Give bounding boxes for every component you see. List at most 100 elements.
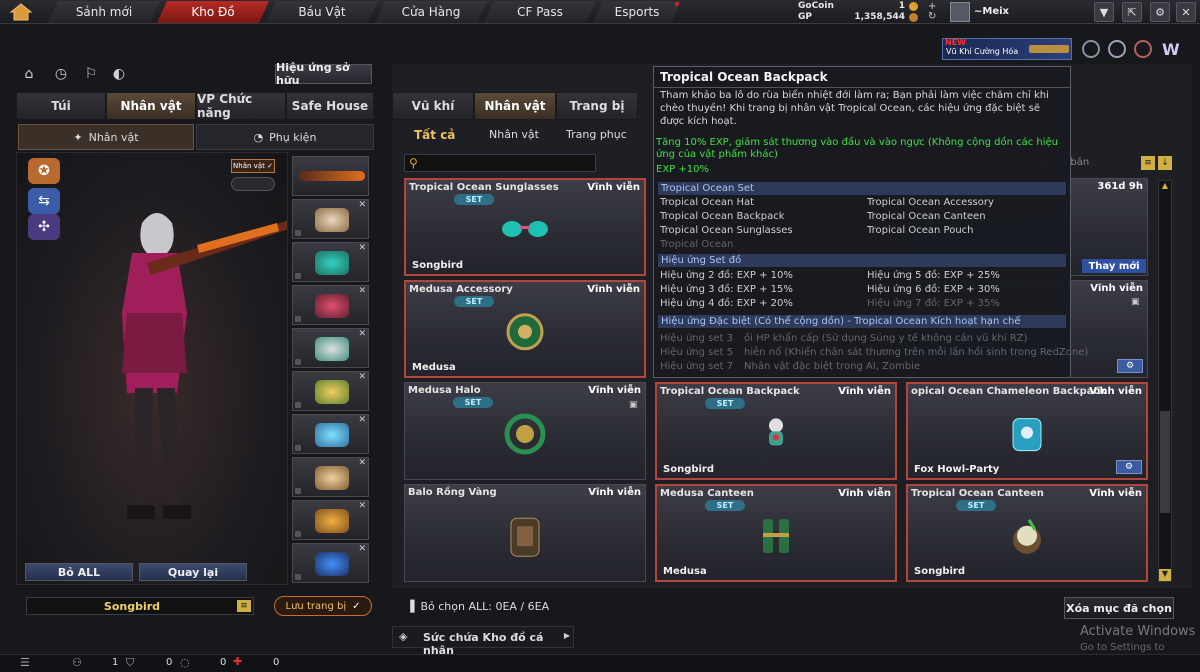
set-badge: SET (956, 500, 996, 511)
item-card[interactable]: Tropical Ocean Sunglasses Vĩnh viễn SET … (404, 178, 646, 276)
team-icon[interactable]: ⇆ (28, 188, 60, 214)
gear-icon[interactable]: ⚙ (1116, 460, 1142, 474)
item-card[interactable]: Balo Rồng Vàng Vĩnh viễn (404, 484, 646, 582)
trash-icon[interactable]: ▣ (1131, 297, 1141, 307)
scroll-thumb[interactable] (1160, 411, 1170, 513)
subtab-trang-phuc[interactable]: Trang phục (566, 128, 627, 141)
subtab-tat-ca[interactable]: Tất cả (414, 128, 455, 142)
item-permanent: Vĩnh viễn (838, 386, 891, 397)
shop-icon[interactable]: ⌂ (20, 65, 38, 83)
remove-icon[interactable]: ✕ (358, 544, 366, 554)
search-input[interactable]: ⚲ (404, 154, 596, 172)
clan-icon[interactable]: ⛉ (126, 656, 134, 670)
subtab-nhan-vat[interactable]: ✦ Nhân vật (18, 124, 194, 150)
remove-icon[interactable]: ✕ (358, 372, 366, 382)
character-swap-icon[interactable]: ⚐ (82, 65, 100, 83)
tab-bau-vat[interactable]: Báu Vật (266, 1, 378, 23)
tab-trang-bi[interactable]: Trang bị (556, 92, 638, 120)
remove-icon[interactable]: ✕ (358, 501, 366, 511)
faction-icon[interactable]: ✣ (28, 214, 60, 240)
menu-icon[interactable]: ☰ (20, 656, 30, 669)
tab-cf-pass[interactable]: CF Pass (484, 1, 596, 23)
subtab-nhan-vat-main[interactable]: Nhân vật (489, 128, 539, 141)
refresh-icon[interactable]: ↻ (928, 11, 936, 22)
equip-slot-backpack[interactable]: ✕ (292, 328, 369, 368)
equip-slot-mask[interactable]: ✕ (292, 457, 369, 497)
coconut-canteen-icon (1007, 516, 1047, 559)
item-card[interactable]: Medusa Canteen Vĩnh viễn SET Medusa (655, 484, 897, 582)
sort-menu-icon[interactable]: ≡ (1141, 156, 1155, 170)
remove-icon[interactable]: ✕ (358, 200, 366, 210)
equip-slot-sunglasses[interactable]: ✕ (292, 242, 369, 282)
set-badge: SET (454, 296, 494, 307)
tab-vu-khi[interactable]: Vũ khí (392, 92, 474, 120)
tab-safe-house[interactable]: Safe House (286, 92, 374, 120)
badge-icon[interactable] (1082, 40, 1100, 58)
tab-sanh-moi[interactable]: Sảnh mới (48, 1, 160, 23)
renew-button[interactable]: Thay mới (1082, 259, 1146, 273)
gear-icon[interactable]: ⚙ (1117, 359, 1143, 373)
canteen-icon (759, 515, 793, 560)
accessory-icon: ◔ (253, 130, 264, 144)
scroll-up-icon[interactable]: ▲ (1159, 181, 1171, 193)
promo-banner[interactable]: NEW Vũ Khí Cường Hóa (942, 38, 1072, 60)
equip-slot-hat[interactable]: ✕ (292, 199, 369, 239)
chat-icon[interactable]: ◌ (180, 656, 190, 669)
special-effect-header: Hiệu ứng Đặc biệt (Có thể cộng dồn) - Tr… (658, 315, 1066, 328)
equip-slot-extra[interactable]: ✕ (292, 543, 369, 583)
owned-effects-button[interactable]: Hiệu ứng sở hữu (275, 61, 372, 87)
exit-icon[interactable]: ⇱ (1122, 2, 1142, 22)
scrollbar[interactable]: ▲ ▼ (1158, 180, 1172, 582)
visibility-toggle[interactable] (231, 177, 275, 191)
tab-nhan-vat[interactable]: Nhân vật (106, 92, 196, 120)
equip-slot-weapon[interactable] (292, 156, 369, 196)
storage-capacity-button[interactable]: ◈ Sức chứa Kho đồ cá nhân ▶ (392, 626, 574, 657)
remove-icon[interactable]: ✕ (358, 329, 366, 339)
equip-slot-glove[interactable]: ✕ (292, 500, 369, 540)
scroll-down-icon[interactable]: ▼ (1159, 569, 1171, 581)
item-card[interactable]: Medusa Accessory Vĩnh viễn SET Medusa (404, 280, 646, 378)
tab-kho-do[interactable]: Kho Đồ (157, 1, 269, 23)
character-badge[interactable]: Nhân vật ✓ (231, 159, 275, 173)
tab-cua-hang[interactable]: Cửa Hàng (375, 1, 487, 23)
w-logo-icon[interactable]: W (1162, 40, 1180, 59)
equip-slot-accessory[interactable]: ✕ (292, 285, 369, 325)
tab-nhan-vat-main[interactable]: Nhân vật (474, 92, 556, 120)
character-type-icon[interactable]: ✪ (28, 158, 60, 184)
clear-all-button[interactable]: Bỏ ALL (25, 563, 133, 581)
tab-esports[interactable]: Esports (593, 1, 681, 23)
tooltip-title: Tropical Ocean Backpack (660, 70, 828, 84)
menu-icon[interactable]: ≡ (237, 600, 251, 612)
gift-icon[interactable]: ✚ (233, 655, 242, 668)
save-loadout-button[interactable]: Lưu trang bị ✓ (274, 596, 372, 616)
remove-icon[interactable]: ✕ (358, 286, 366, 296)
tab-vp-chuc-nang[interactable]: VP Chức năng (196, 92, 286, 120)
close-icon[interactable]: ✕ (1176, 2, 1196, 22)
capsule-icon[interactable]: ◐ (110, 65, 128, 83)
item-card[interactable]: Tropical Ocean Backpack Vĩnh viễn SET So… (655, 382, 897, 480)
preset-select[interactable]: Songbird ≡ (26, 597, 254, 615)
clan-count: 0 (166, 657, 173, 668)
back-button[interactable]: Quay lại (139, 563, 247, 581)
remove-icon[interactable]: ✕ (358, 243, 366, 253)
remove-icon[interactable]: ✕ (358, 415, 366, 425)
item-card[interactable]: Medusa Halo Vĩnh viễn SET ▣ (404, 382, 646, 480)
delete-selected-button[interactable]: Xóa mục đã chọn (1064, 597, 1174, 619)
rank-icon[interactable]: ▼ (1094, 2, 1114, 22)
avatar[interactable] (950, 2, 970, 22)
history-icon[interactable]: ◷ (52, 65, 70, 83)
friends-icon[interactable]: ⚇ (72, 656, 82, 669)
sort-direction-icon[interactable]: ↓ (1158, 156, 1172, 170)
item-card[interactable]: Tropical Ocean Canteen Vĩnh viễn SET Son… (906, 484, 1148, 582)
equip-slot-canteen[interactable]: ✕ (292, 371, 369, 411)
home-icon[interactable] (6, 2, 36, 22)
equip-slot-pouch[interactable]: ✕ (292, 414, 369, 454)
crossed-swords-icon[interactable] (1134, 40, 1152, 58)
tab-tui[interactable]: Túi (16, 92, 106, 120)
target-icon[interactable] (1108, 40, 1126, 58)
subtab-phu-kien[interactable]: ◔ Phụ kiện (196, 124, 374, 150)
item-card[interactable]: opical Ocean Chameleon Backpack Vĩnh viễ… (906, 382, 1148, 480)
gear-icon[interactable]: ⚙ (1150, 2, 1170, 22)
remove-icon[interactable]: ✕ (358, 458, 366, 468)
trash-icon[interactable]: ▣ (629, 400, 639, 410)
